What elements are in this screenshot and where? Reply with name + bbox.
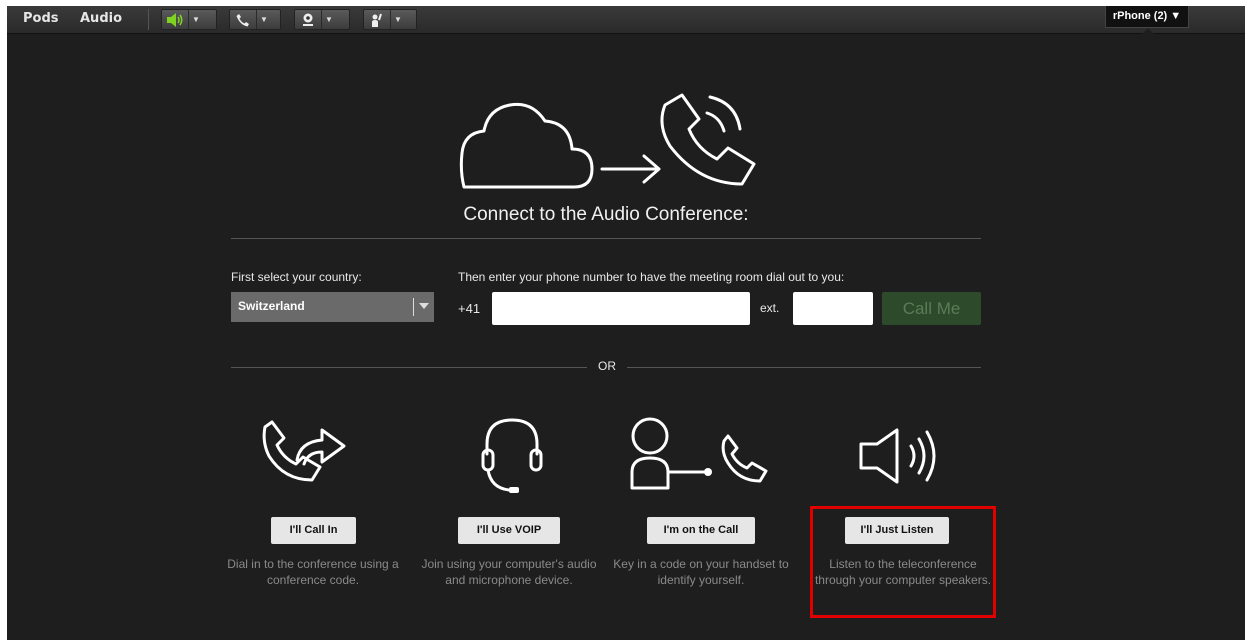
voip-description: Join using your computer's audio and mic…: [421, 557, 597, 587]
speaker-icon: [162, 10, 188, 29]
raise-hand-button[interactable]: ▼: [363, 9, 417, 30]
phone-number-input[interactable]: [492, 292, 750, 325]
headset-icon: [481, 418, 543, 493]
selection-highlight: [810, 506, 996, 618]
speaker-icon-large: [859, 428, 936, 484]
webcam-icon: [295, 10, 321, 29]
use-voip-button[interactable]: I'll Use VOIP: [458, 517, 560, 544]
cloud-to-phone-illustration: [459, 93, 756, 189]
audio-conference-window: Pods Audio ▼ ▼ ▼ ▼ rPhone (2) ▼ Connect …: [7, 6, 1245, 640]
account-menu-caret: [1142, 28, 1154, 34]
menu-pods[interactable]: Pods: [23, 11, 59, 26]
phone-dropdown-icon[interactable]: ▼: [256, 10, 271, 29]
toolbar-divider: [148, 9, 149, 30]
country-value: Switzerland: [238, 299, 305, 313]
person-on-call-icon: [630, 417, 768, 490]
title-divider: [231, 238, 981, 239]
country-code: +41: [458, 301, 481, 316]
phone-number-label: Then enter your phone number to have the…: [458, 270, 845, 284]
extension-input[interactable]: [793, 292, 873, 325]
speaker-button[interactable]: ▼: [161, 9, 217, 30]
webcam-button[interactable]: ▼: [294, 9, 350, 30]
ext-label: ext.: [760, 301, 780, 315]
dialog-title: Connect to the Audio Conference:: [463, 204, 749, 225]
call-in-description: Dial in to the conference using a confer…: [227, 557, 399, 587]
top-toolbar: Pods Audio ▼ ▼ ▼ ▼ rPhone (2) ▼: [7, 6, 1245, 34]
country-label: First select your country:: [231, 270, 362, 284]
phone-icon: [230, 10, 256, 29]
webcam-dropdown-icon[interactable]: ▼: [321, 10, 336, 29]
speaker-dropdown-icon[interactable]: ▼: [188, 10, 203, 29]
account-menu[interactable]: rPhone (2) ▼: [1105, 6, 1189, 28]
or-label: OR: [587, 359, 627, 373]
call-in-button[interactable]: I'll Call In: [271, 517, 356, 544]
call-in-icon: [262, 420, 346, 482]
on-the-call-description: Key in a code on your handset to identif…: [613, 557, 789, 587]
menu-audio[interactable]: Audio: [80, 11, 122, 26]
on-the-call-button[interactable]: I'm on the Call: [647, 517, 755, 544]
raise-hand-dropdown-icon[interactable]: ▼: [390, 10, 405, 29]
phone-button[interactable]: ▼: [229, 9, 281, 30]
chevron-down-icon: [419, 303, 429, 309]
select-divider: [413, 298, 414, 316]
raise-hand-icon: [364, 10, 390, 29]
country-select[interactable]: Switzerland: [231, 292, 434, 322]
call-me-button[interactable]: Call Me: [882, 292, 981, 325]
